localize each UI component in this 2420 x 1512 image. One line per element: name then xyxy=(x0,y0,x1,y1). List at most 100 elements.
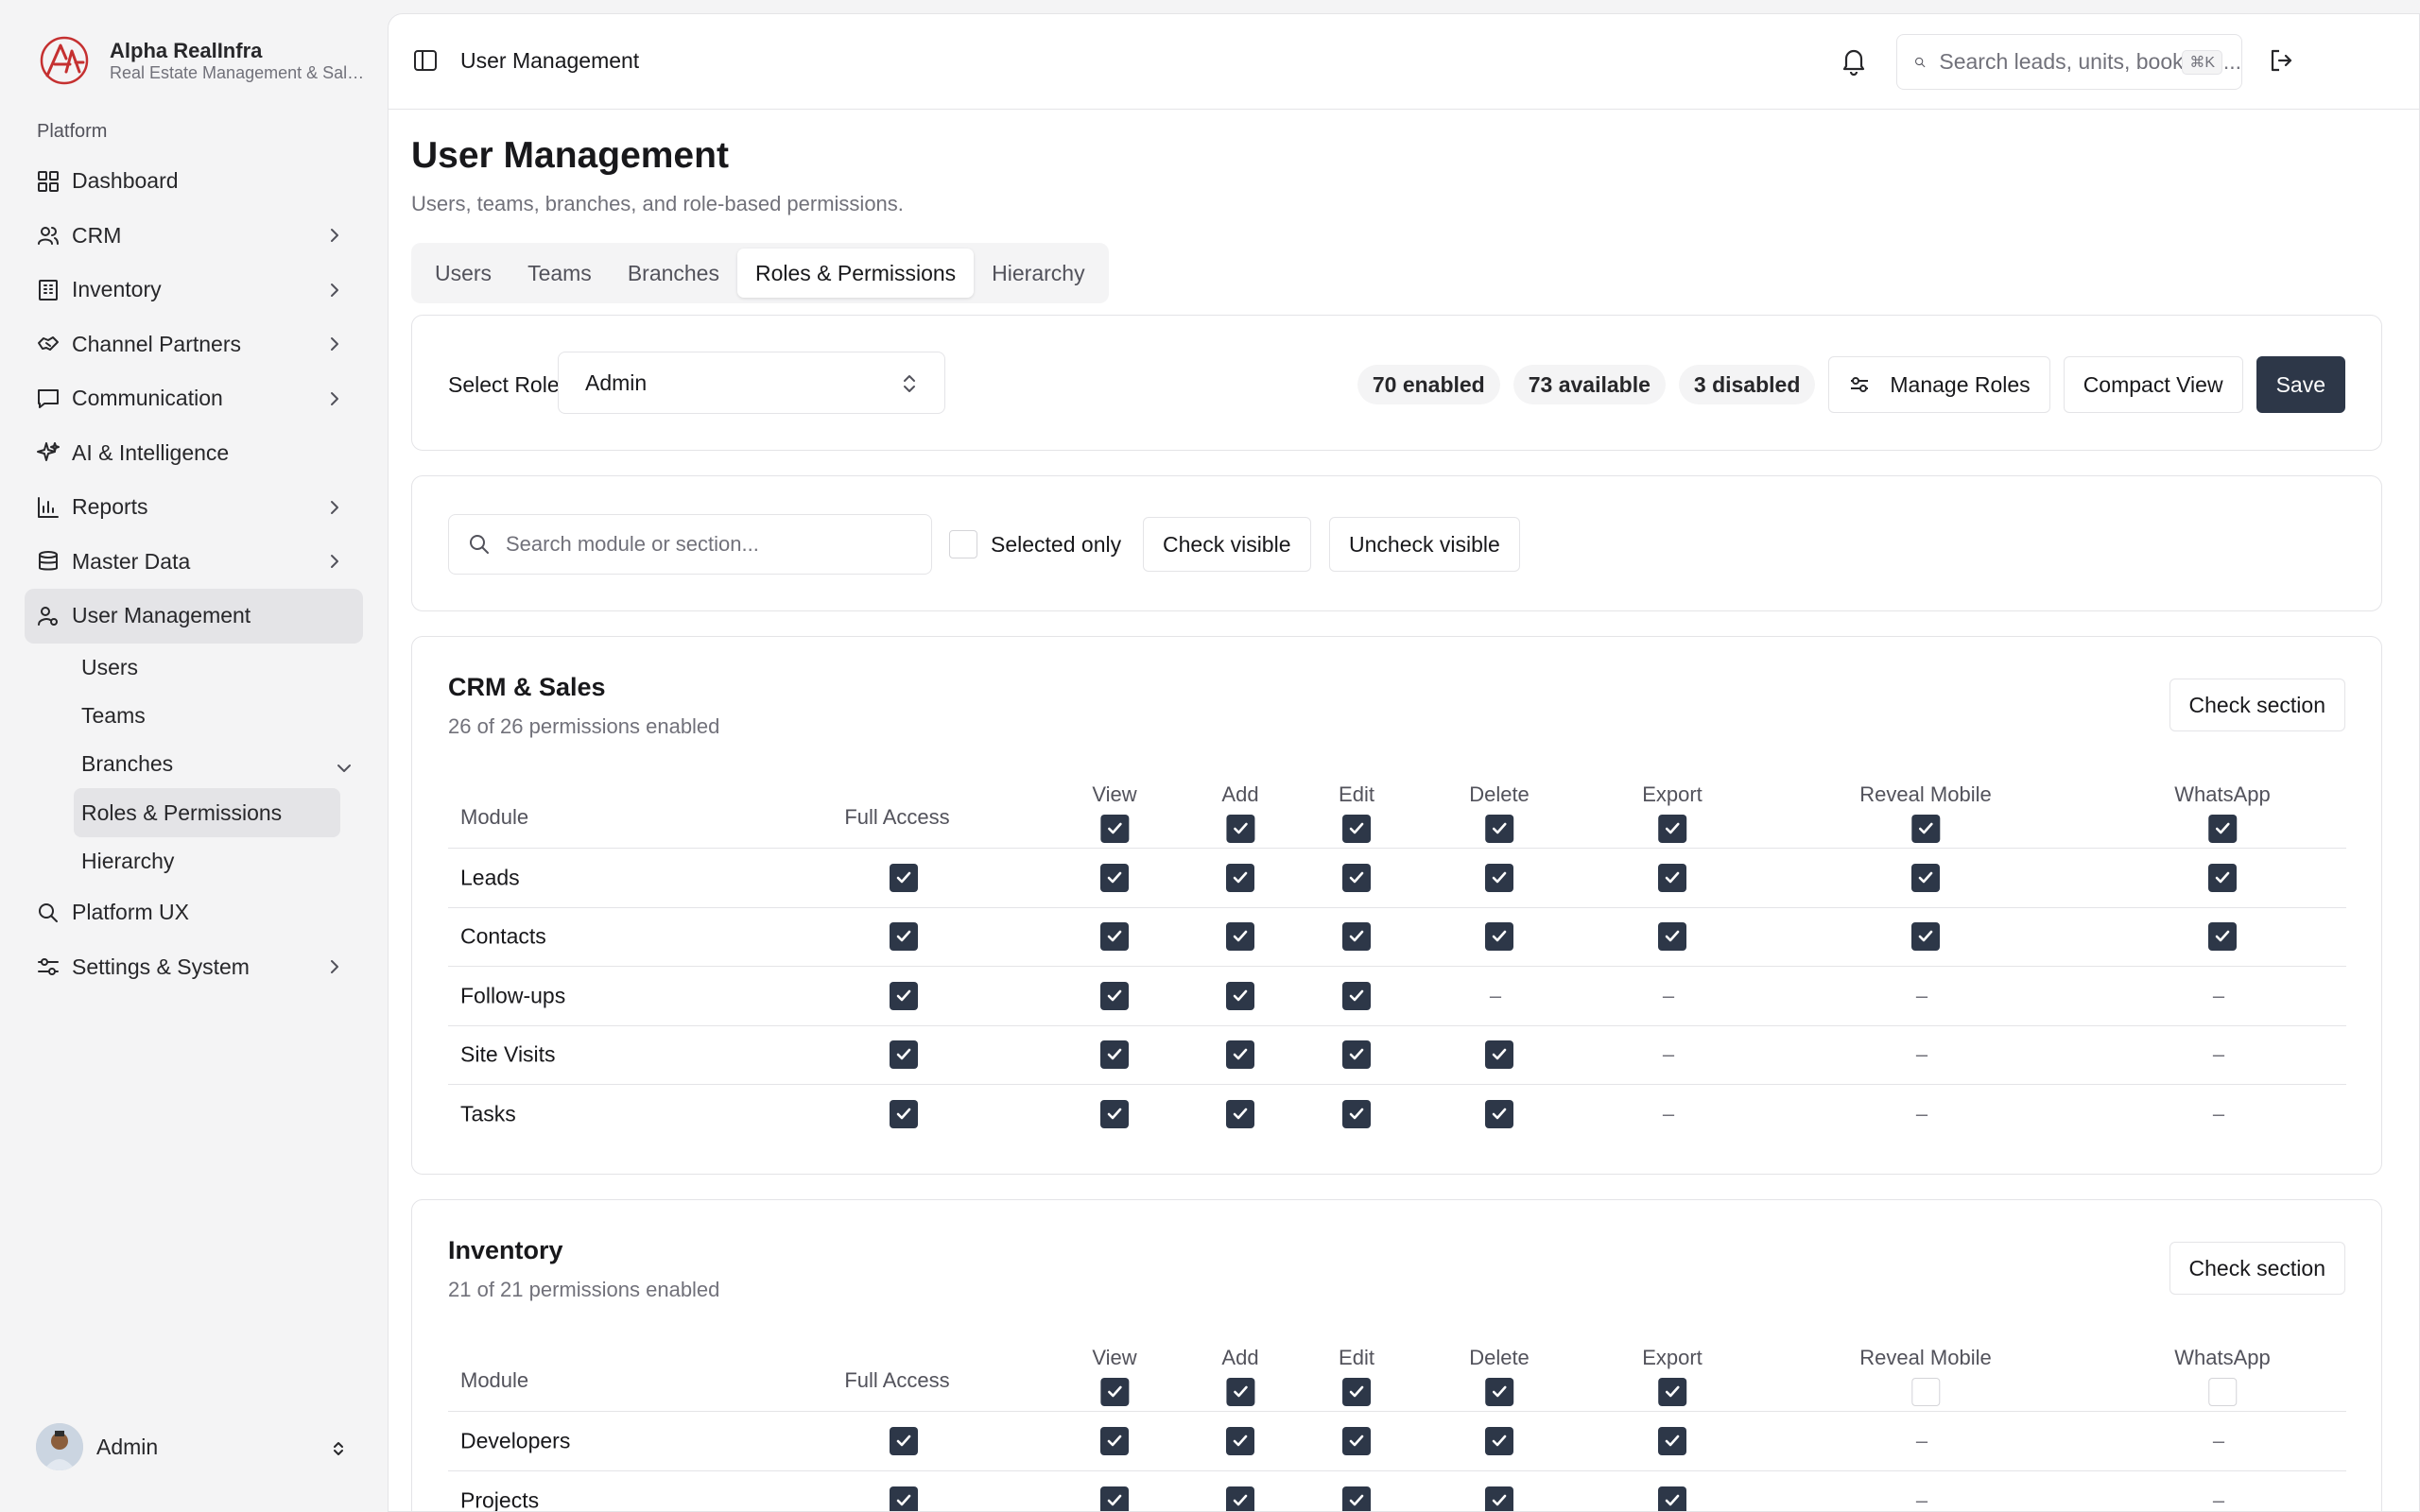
view-checkbox[interactable] xyxy=(1100,1426,1129,1455)
edit-checkbox[interactable] xyxy=(1342,1426,1371,1455)
column-header-full-access: Full Access xyxy=(844,1368,950,1392)
delete-checkbox[interactable] xyxy=(1485,1426,1513,1455)
uncheck-visible-button[interactable]: Uncheck visible xyxy=(1329,517,1520,572)
database-icon xyxy=(39,551,58,571)
user-menu[interactable]: Admin xyxy=(36,1423,158,1470)
global-search-input[interactable]: Search leads, units, bookings... ⌘K xyxy=(1896,34,2242,90)
export-checkbox[interactable] xyxy=(1658,922,1686,952)
column-checkbox-reveal-mobile[interactable] xyxy=(1911,815,1940,843)
add-checkbox[interactable] xyxy=(1226,863,1254,892)
add-checkbox[interactable] xyxy=(1226,1100,1254,1129)
full-access-checkbox[interactable] xyxy=(890,1486,918,1511)
sidebar-item-platform-ux[interactable]: Platform UX xyxy=(25,885,363,940)
sidebar-subitem-users[interactable]: Users xyxy=(74,644,340,692)
view-checkbox[interactable] xyxy=(1100,1486,1129,1511)
manage-roles-button[interactable]: Manage Roles xyxy=(1828,356,2050,413)
edit-checkbox[interactable] xyxy=(1342,1040,1371,1070)
column-checkbox-view[interactable] xyxy=(1099,1378,1129,1406)
column-checkbox-view[interactable] xyxy=(1099,815,1129,843)
column-header-label: View xyxy=(1092,1346,1137,1369)
tab-teams[interactable]: Teams xyxy=(510,249,610,298)
column-checkbox-delete[interactable] xyxy=(1485,1378,1513,1406)
edit-checkbox[interactable] xyxy=(1342,1100,1371,1129)
column-checkbox-export[interactable] xyxy=(1658,815,1686,843)
delete-checkbox[interactable] xyxy=(1485,863,1513,892)
column-checkbox-add[interactable] xyxy=(1226,1378,1254,1406)
full-access-checkbox[interactable] xyxy=(890,1040,918,1070)
sidebar-item-channel-partners[interactable]: Channel Partners xyxy=(25,318,363,372)
check-visible-button[interactable]: Check visible xyxy=(1143,517,1311,572)
delete-checkbox[interactable] xyxy=(1485,1100,1513,1129)
sliders-icon xyxy=(38,958,59,976)
reveal-mobile-checkbox[interactable] xyxy=(1911,922,1940,952)
view-checkbox[interactable] xyxy=(1100,981,1129,1010)
reveal-mobile-checkbox[interactable] xyxy=(1911,863,1940,892)
tab-hierarchy[interactable]: Hierarchy xyxy=(974,249,1102,298)
add-checkbox[interactable] xyxy=(1226,981,1254,1010)
add-checkbox[interactable] xyxy=(1226,1486,1254,1511)
compact-view-button[interactable]: Compact View xyxy=(2063,356,2243,413)
brand[interactable]: Alpha RealInfra Real Estate Management &… xyxy=(38,34,365,87)
edit-checkbox[interactable] xyxy=(1342,863,1371,892)
save-button[interactable]: Save xyxy=(2256,356,2345,413)
export-checkbox[interactable] xyxy=(1658,1486,1686,1511)
sidebar-subitem-hierarchy[interactable]: Hierarchy xyxy=(74,837,340,885)
edit-checkbox[interactable] xyxy=(1342,1486,1371,1511)
sidebar-item-communication[interactable]: Communication xyxy=(25,371,363,426)
add-checkbox[interactable] xyxy=(1226,1040,1254,1070)
add-checkbox[interactable] xyxy=(1226,1426,1254,1455)
whatsapp-checkbox[interactable] xyxy=(2208,922,2237,952)
sidebar-item-crm[interactable]: CRM xyxy=(25,209,363,264)
column-checkbox-edit[interactable] xyxy=(1341,1378,1371,1406)
full-access-checkbox[interactable] xyxy=(890,1426,918,1455)
view-checkbox[interactable] xyxy=(1100,1040,1129,1070)
view-checkbox[interactable] xyxy=(1100,922,1129,952)
column-checkbox-reveal-mobile[interactable] xyxy=(1911,1378,1940,1406)
export-checkbox[interactable] xyxy=(1658,1426,1686,1455)
tab-roles-permissions[interactable]: Roles & Permissions xyxy=(736,249,975,298)
delete-checkbox[interactable] xyxy=(1485,1040,1513,1070)
check-section-button[interactable]: Check section xyxy=(2169,1242,2345,1295)
column-checkbox-export[interactable] xyxy=(1658,1378,1686,1406)
sidebar-subitem-teams[interactable]: Teams xyxy=(74,692,340,740)
sidebar-subitem-roles-permissions[interactable]: Roles & Permissions xyxy=(74,788,340,837)
full-access-checkbox[interactable] xyxy=(890,981,918,1010)
tab-branches[interactable]: Branches xyxy=(610,249,737,298)
sidebar-item-reports[interactable]: Reports xyxy=(25,480,363,535)
delete-checkbox[interactable] xyxy=(1485,1486,1513,1511)
delete-checkbox[interactable] xyxy=(1485,922,1513,952)
sidebar-item-user-management[interactable]: User Management xyxy=(25,589,363,644)
full-access-checkbox[interactable] xyxy=(890,863,918,892)
module-search-input[interactable]: Search module or section... xyxy=(448,514,932,575)
column-checkbox-whatsapp[interactable] xyxy=(2208,1378,2237,1406)
check-section-button[interactable]: Check section xyxy=(2169,679,2345,731)
tab-users[interactable]: Users xyxy=(417,249,510,298)
sidebar-item-dashboard[interactable]: Dashboard xyxy=(25,154,363,209)
whatsapp-checkbox[interactable] xyxy=(2208,863,2237,892)
sidebar-toggle-icon[interactable] xyxy=(413,48,438,73)
selected-only-toggle[interactable]: Selected only xyxy=(949,522,1121,567)
role-select[interactable]: Admin xyxy=(558,352,945,414)
edit-checkbox[interactable] xyxy=(1342,922,1371,952)
sidebar-item-settings-system[interactable]: Settings & System xyxy=(25,939,363,994)
view-checkbox[interactable] xyxy=(1100,1100,1129,1129)
column-checkbox-edit[interactable] xyxy=(1341,815,1371,843)
full-access-checkbox[interactable] xyxy=(890,922,918,952)
add-checkbox[interactable] xyxy=(1226,922,1254,952)
column-checkbox-whatsapp[interactable] xyxy=(2208,815,2237,843)
column-checkbox-add[interactable] xyxy=(1226,815,1254,843)
chevrons-up-down-icon[interactable] xyxy=(329,1439,348,1458)
logout-icon[interactable] xyxy=(2268,47,2294,74)
sidebar-item-inventory[interactable]: Inventory xyxy=(25,263,363,318)
sidebar-item-ai-intelligence[interactable]: AI & Intelligence xyxy=(25,426,363,481)
column-checkbox-delete[interactable] xyxy=(1485,815,1513,843)
sidebar-subitem-branches[interactable]: Branches xyxy=(74,740,340,788)
full-access-checkbox[interactable] xyxy=(890,1100,918,1129)
selected-only-checkbox[interactable] xyxy=(949,530,977,558)
export-checkbox[interactable] xyxy=(1658,863,1686,892)
chevron-down-icon[interactable] xyxy=(335,759,354,778)
view-checkbox[interactable] xyxy=(1100,863,1129,892)
sidebar-item-master-data[interactable]: Master Data xyxy=(25,535,363,590)
bell-icon[interactable] xyxy=(1839,45,1869,76)
edit-checkbox[interactable] xyxy=(1342,981,1371,1010)
